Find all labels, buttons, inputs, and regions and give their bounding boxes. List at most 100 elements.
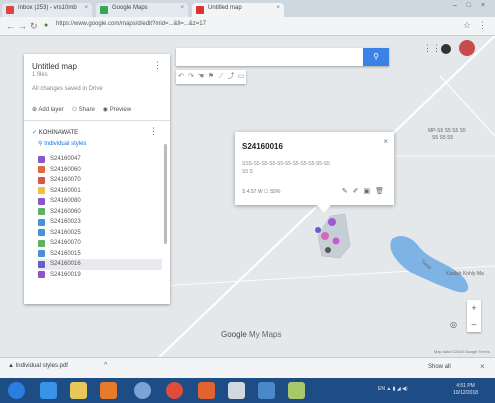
chrome-icon[interactable] <box>166 382 183 399</box>
feature-label: S24160060 <box>50 208 81 215</box>
save-status: All changes saved in Drive <box>32 86 103 92</box>
tab-label: Google Maps <box>112 5 148 11</box>
delete-icon[interactable]: 🗑 <box>375 187 384 195</box>
layer-options-icon[interactable]: ⋮ <box>149 126 158 137</box>
apps-grid-icon[interactable]: ⋮⋮ <box>423 43 441 54</box>
panel-scrollbar[interactable] <box>164 144 167 244</box>
zoom-in-button[interactable]: + <box>467 300 481 316</box>
edit-icon[interactable]: ✐ <box>353 187 359 195</box>
directions-icon[interactable]: ⤴ <box>226 70 236 84</box>
map-title[interactable]: Untitled map <box>32 62 77 71</box>
marker-icon[interactable]: ⚑ <box>206 70 216 84</box>
tab-inbox[interactable]: Inbox (253) - vrs10mb × <box>2 3 92 17</box>
feature-list-item[interactable]: S24160080 <box>38 196 162 207</box>
feature-list-item[interactable]: S24160070 <box>38 238 162 249</box>
feature-marker-icon <box>38 218 45 226</box>
feature-label: S24160015 <box>50 250 81 257</box>
tab-google-maps[interactable]: Google Maps × <box>96 3 188 17</box>
styles-label: Individual styles <box>44 141 87 147</box>
app-icon[interactable] <box>228 382 245 399</box>
firefox-icon[interactable] <box>198 382 215 399</box>
map-options-icon[interactable]: ⋮ <box>153 60 162 71</box>
tab-untitled-map[interactable]: Untitled map × <box>192 3 284 17</box>
style-icon[interactable]: ✎ <box>342 187 348 195</box>
feature-description: SSS-S5-S5-S5-S5-S5-S5-S5-S5-S5-S5 <box>242 161 330 167</box>
google-my-maps-logo: Google My Maps <box>221 330 281 339</box>
url-field[interactable]: https://www.google.com/maps/d/edit?mid=.… <box>56 21 206 27</box>
map-label: S5 S5 S5 <box>432 135 454 141</box>
feature-list-item[interactable]: S24160019 <box>38 270 162 281</box>
hand-icon[interactable]: ☚ <box>196 70 206 84</box>
feature-list-item[interactable]: S24160060 <box>38 165 162 176</box>
feature-label: S24160016 <box>50 261 81 268</box>
divider <box>24 120 170 121</box>
map-toolbar: ↶ ↷ ☚ ⚑ ⟋ ⤴ ▭ <box>176 70 246 84</box>
panel-actions: ⊕ Add layer ⚇ Share ◉ Preview <box>32 106 131 113</box>
browser-menu-icon[interactable]: ⋮ <box>478 20 487 31</box>
search-box: ⚲ <box>176 48 389 66</box>
feature-list-item[interactable]: S24160025 <box>38 228 162 239</box>
search-input[interactable] <box>176 48 362 66</box>
redo-icon[interactable]: ↷ <box>186 70 196 84</box>
show-all-button[interactable]: Show all <box>428 364 451 370</box>
bookmark-star-icon[interactable]: ☆ <box>463 20 471 31</box>
close-icon[interactable]: × <box>383 137 388 146</box>
undo-icon[interactable]: ↶ <box>176 70 186 84</box>
forward-icon[interactable]: → <box>18 21 27 31</box>
chevron-up-icon[interactable]: ^ <box>104 362 107 369</box>
individual-styles-link[interactable]: ⚲ Individual styles <box>38 140 86 147</box>
feature-list-item[interactable]: S24160047 <box>38 154 162 165</box>
feature-list-item[interactable]: S24160023 <box>38 217 162 228</box>
hp-icon[interactable] <box>134 382 151 399</box>
feature-list-item[interactable]: S24160060 <box>38 207 162 218</box>
feature-coords: S 4.57 W ☐ S5% <box>242 189 281 195</box>
feature-label: S24160019 <box>50 271 81 278</box>
media-player-icon[interactable] <box>100 382 117 399</box>
address-bar: ← → ↻ ● https://www.google.com/maps/d/ed… <box>0 17 495 36</box>
close-icon[interactable]: × <box>84 5 88 11</box>
feature-actions: ✎ ✐ ▣ 🗑 <box>342 187 384 195</box>
preview-button[interactable]: ◉ Preview <box>103 106 131 113</box>
locate-icon[interactable]: ◎ <box>450 320 457 329</box>
app-icon[interactable] <box>258 382 275 399</box>
layer-header[interactable]: ✓ KOHINAWATE <box>32 129 78 136</box>
zoom-out-button[interactable]: – <box>467 316 481 332</box>
photo-icon[interactable]: ▣ <box>363 187 370 195</box>
feature-info-window: S24160016 × SSS-S5-S5-S5-S5-S5-S5-S5-S5-… <box>235 132 394 205</box>
zoom-controls: + – <box>467 300 481 332</box>
close-icon[interactable]: × <box>180 5 184 11</box>
window-controls[interactable]: – □ × <box>453 2 489 9</box>
close-icon[interactable]: × <box>276 5 280 11</box>
reload-icon[interactable]: ↻ <box>30 21 38 32</box>
browser-tab-strip: Inbox (253) - vrs10mb × Google Maps × Un… <box>0 0 495 17</box>
folder-icon[interactable] <box>70 382 87 399</box>
feature-list-item[interactable]: S24160070 <box>38 175 162 186</box>
add-layer-label: Add layer <box>38 107 64 113</box>
map-attribution[interactable]: Map data ©2018 Google Terms <box>434 349 490 354</box>
ie-icon[interactable] <box>40 382 57 399</box>
draw-line-icon[interactable]: ⟋ <box>216 70 226 84</box>
avatar[interactable] <box>459 40 475 56</box>
feature-marker-icon <box>38 260 45 268</box>
feature-marker-icon <box>38 187 45 195</box>
app-icon[interactable] <box>288 382 305 399</box>
download-item[interactable]: ▲ Individual styles.pdf <box>8 363 68 369</box>
checkbox-icon[interactable]: ✓ <box>32 130 37 136</box>
share-button[interactable]: ⚇ Share <box>72 106 95 113</box>
search-button[interactable]: ⚲ <box>363 48 389 66</box>
clock-date: 10/12/2018 <box>453 390 479 396</box>
clock[interactable]: 4:51 PM 10/12/2018 <box>453 383 478 397</box>
feature-title: S24160016 <box>242 142 283 151</box>
system-tray[interactable]: EN ▲ ▮ ◢ ◀) <box>378 386 408 392</box>
feature-list-item[interactable]: S24160016 <box>38 259 162 270</box>
ruler-icon[interactable]: ▭ <box>236 70 246 84</box>
close-icon[interactable]: × <box>480 362 485 371</box>
feature-list-item[interactable]: S24160015 <box>38 249 162 260</box>
marker-dot <box>315 227 321 233</box>
back-icon[interactable]: ← <box>6 21 15 31</box>
add-layer-button[interactable]: ⊕ Add layer <box>32 106 64 113</box>
start-button-icon[interactable] <box>8 382 25 399</box>
feature-list-item[interactable]: S24160001 <box>38 186 162 197</box>
notifications-icon[interactable] <box>441 44 451 54</box>
map-subtitle: 1 files <box>32 72 48 78</box>
